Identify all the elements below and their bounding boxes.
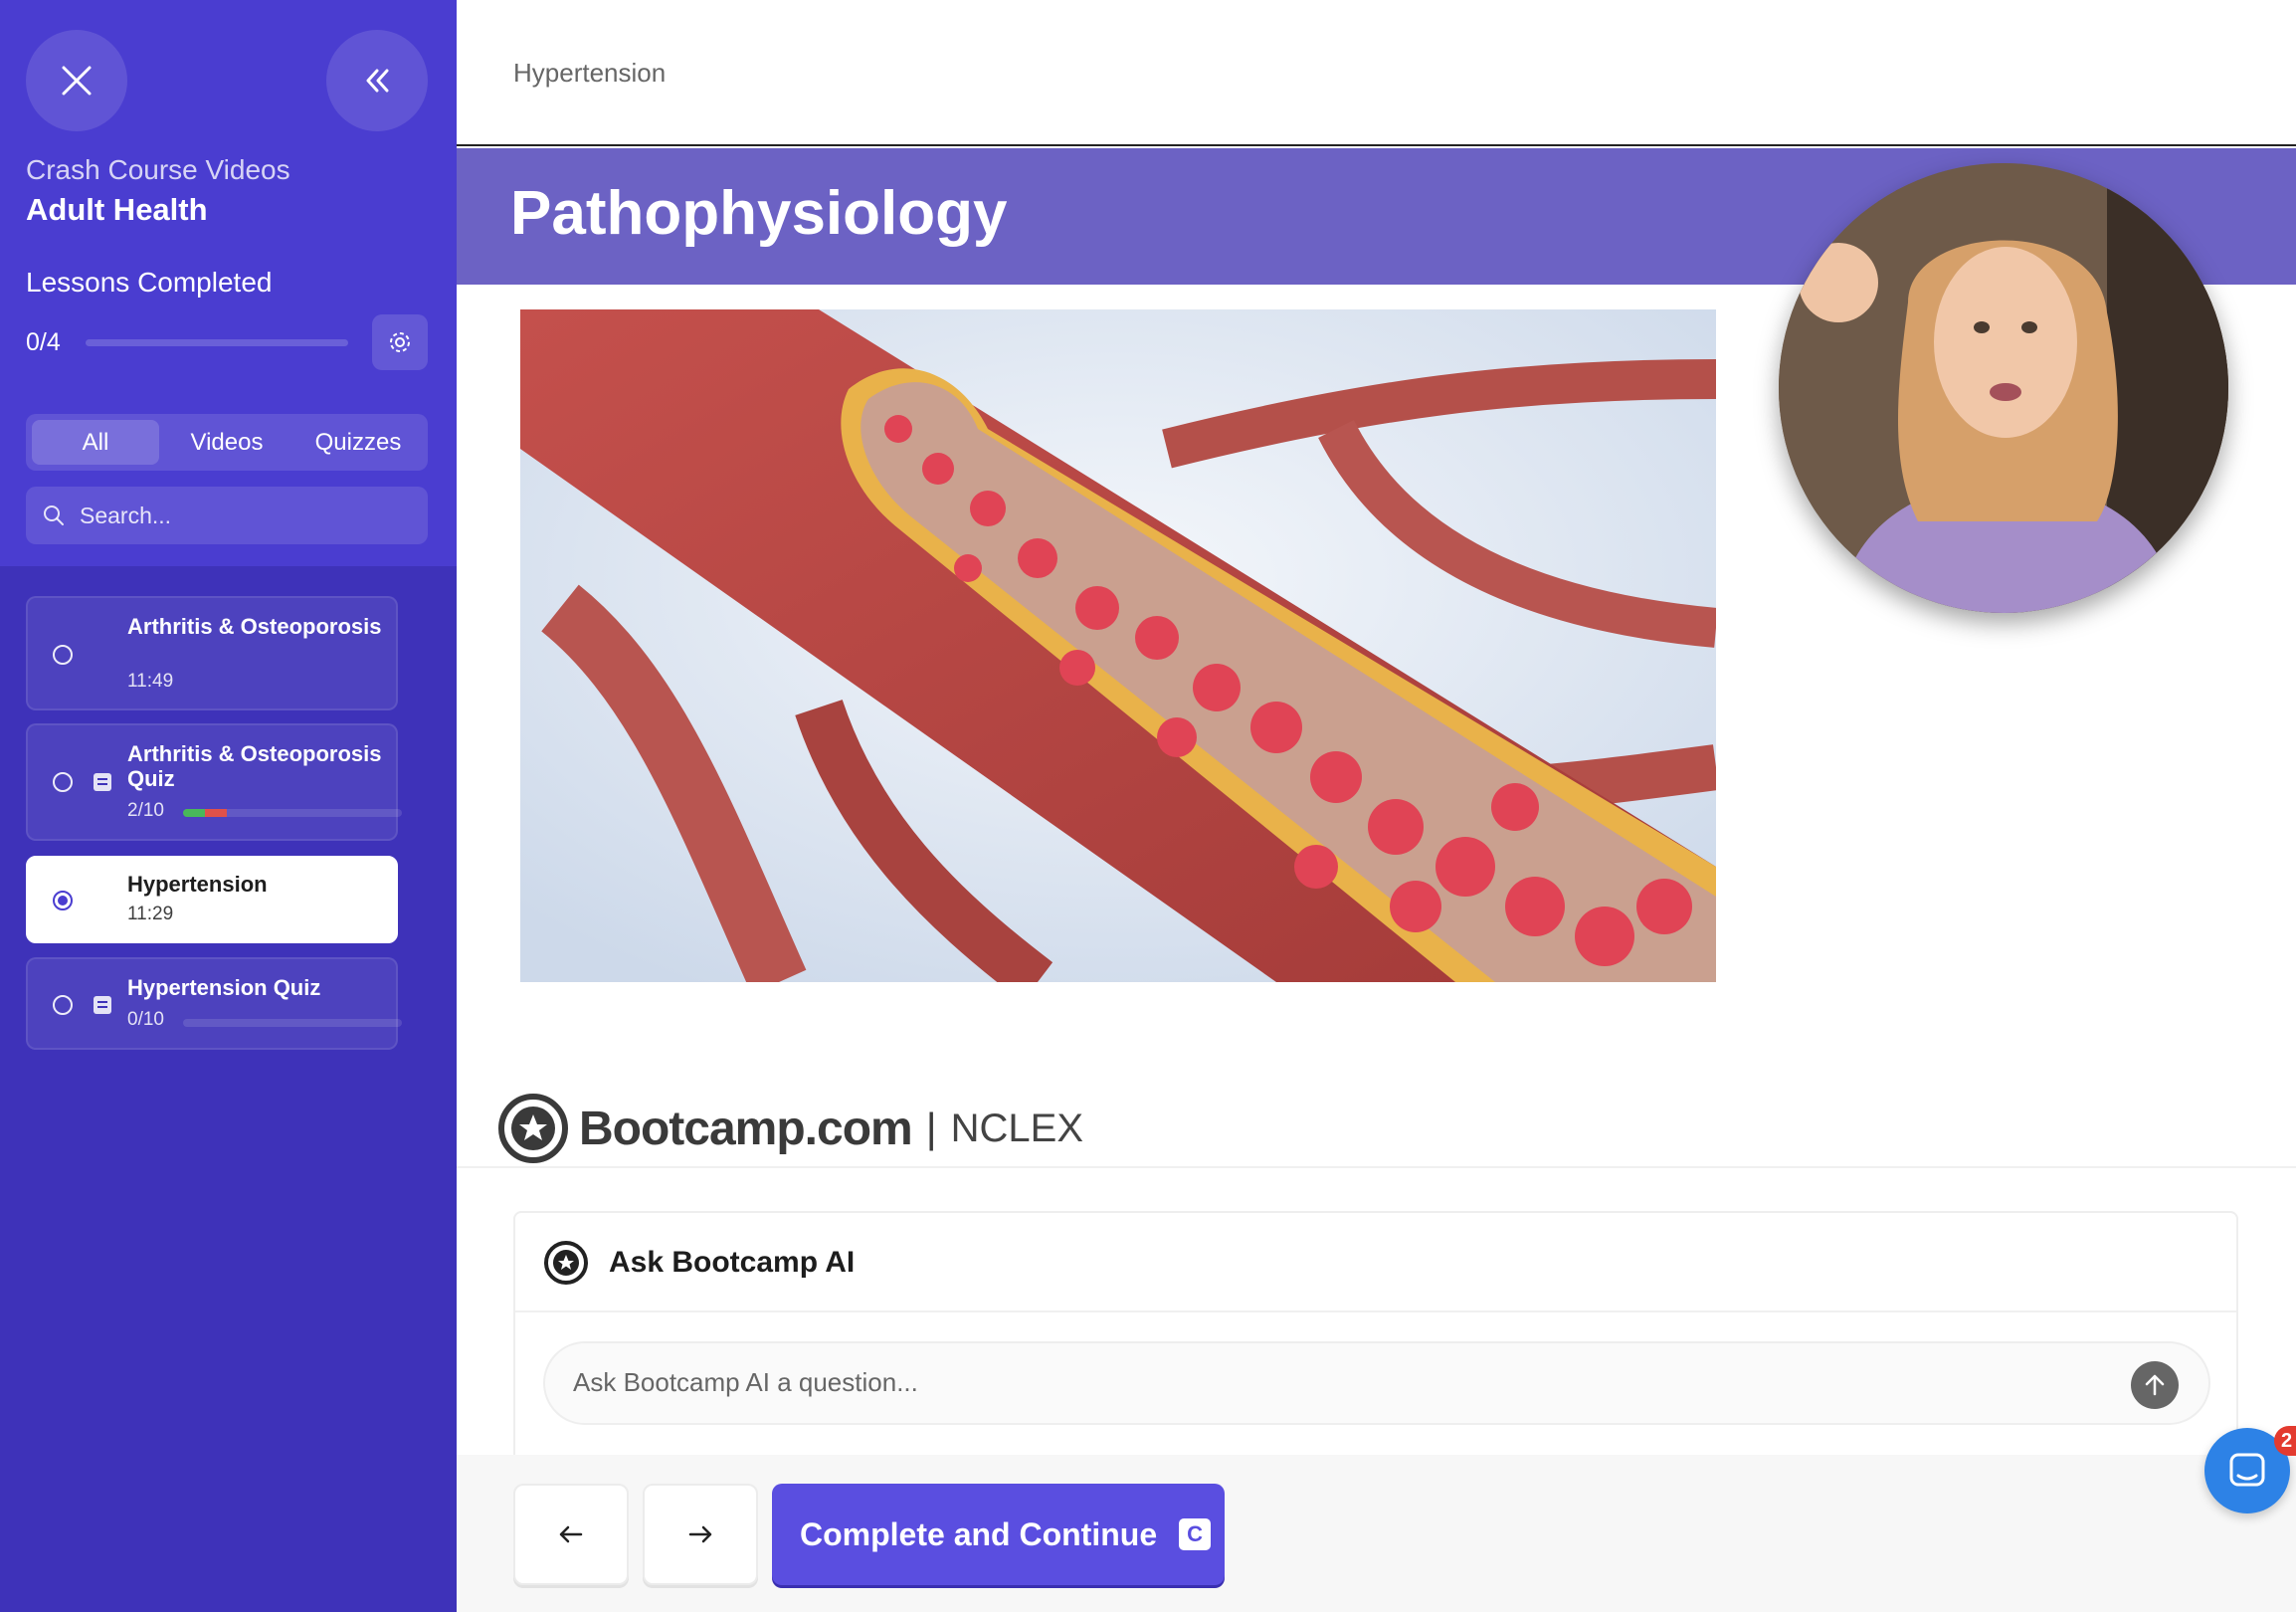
- bootcamp-star-icon: [544, 1241, 588, 1285]
- quiz-score: 2/10: [127, 800, 164, 821]
- lesson-duration: 11:49: [127, 671, 174, 692]
- chat-icon: [2229, 1453, 2265, 1487]
- complete-and-continue-button[interactable]: Complete and Continue C: [772, 1484, 1225, 1585]
- filter-tab-videos[interactable]: Videos: [163, 420, 290, 465]
- settings-button[interactable]: [372, 314, 428, 370]
- filter-tabs: All Videos Quizzes: [26, 414, 428, 471]
- quiz-icon: [94, 996, 111, 1014]
- arrow-left-icon: [559, 1525, 583, 1543]
- ask-ai-input[interactable]: [573, 1367, 2125, 1398]
- search-input[interactable]: [80, 502, 398, 529]
- close-icon: [62, 66, 92, 96]
- close-button[interactable]: [26, 30, 127, 131]
- sidebar-header: Crash Course Videos Adult Health Lessons…: [0, 0, 457, 566]
- brand-name: Bootcamp.com: [579, 1102, 913, 1155]
- brand-logo: Bootcamp.com | NCLEX: [497, 1093, 1083, 1164]
- lesson-status-radio[interactable]: [53, 645, 73, 665]
- lesson-item-active[interactable]: Hypertension 11:29: [26, 856, 398, 943]
- lesson-item[interactable]: Hypertension Quiz 0/10: [26, 957, 402, 1050]
- lesson-title: Hypertension: [127, 872, 268, 897]
- previous-button[interactable]: [513, 1484, 629, 1585]
- quiz-progress-bar: [183, 809, 402, 817]
- sidebar: Crash Course Videos Adult Health Lessons…: [0, 0, 457, 1612]
- divider: [457, 1166, 2296, 1168]
- double-chevron-left-icon: [366, 69, 389, 93]
- breadcrumb: Hypertension: [513, 58, 667, 88]
- lessons-completed-value: 0/4: [26, 328, 61, 356]
- lesson-status-radio[interactable]: [53, 891, 73, 910]
- search-icon: [44, 505, 64, 525]
- arrow-right-icon: [688, 1525, 712, 1543]
- collapse-sidebar-button[interactable]: [326, 30, 428, 131]
- send-button[interactable]: [2131, 1361, 2179, 1409]
- lesson-title: Arthritis & Osteoporosis Quiz: [127, 741, 382, 791]
- quiz-wrong-fill: [205, 809, 227, 817]
- slide-title: Pathophysiology: [510, 179, 1008, 248]
- bootcamp-star-icon: [498, 1094, 568, 1163]
- lesson-item[interactable]: Arthritis & Osteoporosis Quiz 2/10: [26, 723, 402, 841]
- lesson-item[interactable]: Arthritis & Osteoporosis 11:49: [26, 596, 398, 710]
- brand-subtitle: NCLEX: [950, 1106, 1084, 1150]
- quiz-icon: [94, 773, 111, 791]
- course-category: Crash Course Videos: [26, 154, 290, 185]
- quiz-correct-fill: [183, 809, 205, 817]
- course-title: Adult Health: [26, 192, 208, 227]
- next-button[interactable]: [643, 1484, 758, 1585]
- lessons-completed-label: Lessons Completed: [26, 267, 273, 298]
- quiz-score: 0/10: [127, 1009, 164, 1030]
- arrow-up-icon: [2145, 1374, 2165, 1396]
- filter-tab-all[interactable]: All: [32, 420, 159, 465]
- ask-ai-header: Ask Bootcamp AI: [515, 1213, 2236, 1312]
- keyboard-shortcut-hint: C: [1179, 1518, 1212, 1550]
- blood-vessel-illustration: [520, 309, 1716, 982]
- quiz-progress-bar: [183, 1019, 402, 1027]
- gear-icon: [390, 332, 410, 352]
- lessons-progress-bar: [86, 339, 348, 346]
- lesson-title: Hypertension Quiz: [127, 975, 321, 1000]
- lesson-status-radio[interactable]: [53, 772, 73, 792]
- lesson-duration: 11:29: [127, 904, 174, 924]
- brand-separator: |: [925, 1105, 937, 1151]
- filter-tab-quizzes[interactable]: Quizzes: [294, 420, 422, 465]
- top-bar: Hypertension: [457, 0, 2296, 146]
- notification-badge: 2: [2274, 1426, 2296, 1456]
- search-box: [26, 487, 428, 544]
- ask-ai-input-wrapper: [543, 1341, 2210, 1425]
- complete-button-label: Complete and Continue: [800, 1515, 1158, 1552]
- ask-ai-title: Ask Bootcamp AI: [609, 1246, 856, 1279]
- presenter-video-bubble[interactable]: [1779, 163, 2228, 613]
- lesson-status-radio[interactable]: [53, 995, 73, 1015]
- lesson-title: Arthritis & Osteoporosis: [127, 614, 382, 639]
